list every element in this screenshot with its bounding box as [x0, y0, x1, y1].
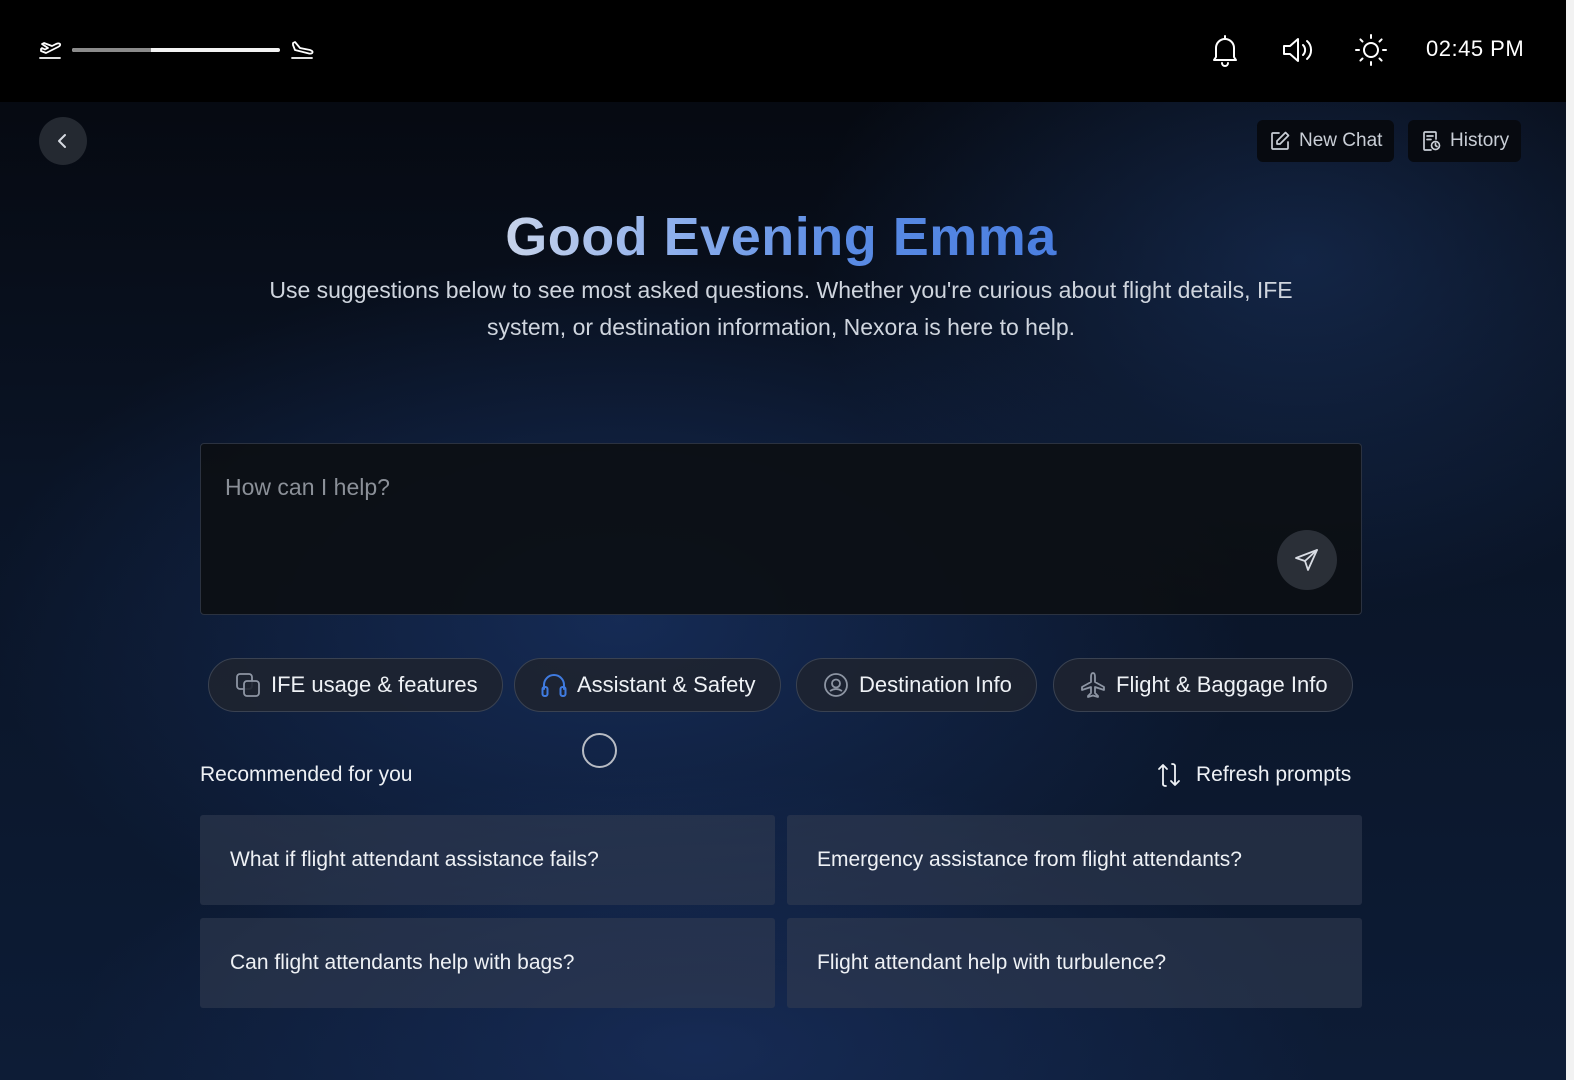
prompt-box	[200, 443, 1362, 615]
recommended-card[interactable]: Flight attendant help with turbulence?	[787, 918, 1362, 1008]
category-chip-label: Flight & Baggage Info	[1116, 672, 1328, 697]
prompt-input[interactable]	[225, 470, 1225, 504]
brightness-icon[interactable]	[1353, 32, 1389, 68]
category-chip-label: Assistant & Safety	[577, 672, 756, 697]
plane-departure-icon	[39, 42, 62, 59]
new-chat-button[interactable]: New Chat	[1257, 120, 1395, 162]
clock: 02:45 PM	[1426, 36, 1525, 61]
back-button[interactable]	[39, 117, 87, 165]
window-edge	[1566, 0, 1574, 1080]
category-chip-assistant-safety[interactable]: Assistant & Safety	[514, 658, 781, 712]
category-chip-destination[interactable]: Destination Info	[796, 658, 1037, 712]
history-label: History	[1450, 130, 1510, 151]
flight-progress	[38, 36, 318, 64]
flight-progress-fill	[72, 48, 152, 52]
greeting-title: Good Evening Emma	[0, 206, 1562, 268]
recommended-title: Recommended for you	[200, 763, 413, 786]
airplane-icon	[1081, 672, 1105, 698]
assistant-screen: 02:45 PM New Chat History Good Evening E…	[0, 0, 1574, 1080]
flight-progress-track	[72, 48, 280, 52]
recommended-card-text: What if flight attendant assistance fail…	[230, 848, 599, 871]
chevron-left-icon	[58, 134, 66, 148]
recommended-card-text: Can flight attendants help with bags?	[230, 951, 575, 974]
copy-icon	[236, 673, 260, 697]
greeting-subtitle: Use suggestions below to see most asked …	[269, 277, 1293, 340]
new-chat-label: New Chat	[1299, 130, 1383, 151]
recommended-card[interactable]: Emergency assistance from flight attenda…	[787, 815, 1362, 905]
category-chip-flight-baggage[interactable]: Flight & Baggage Info	[1053, 658, 1353, 712]
recommended-card[interactable]: What if flight attendant assistance fail…	[200, 815, 775, 905]
plane-arrival-icon	[291, 41, 314, 59]
headset-icon	[541, 674, 567, 697]
recommended-card[interactable]: Can flight attendants help with bags?	[200, 918, 775, 1008]
speaker-icon[interactable]	[1280, 32, 1316, 68]
recommended-card-text: Emergency assistance from flight attenda…	[817, 848, 1242, 871]
recommended-card-text: Flight attendant help with turbulence?	[817, 951, 1167, 974]
location-pin-icon	[824, 673, 848, 697]
bell-icon[interactable]	[1207, 32, 1243, 68]
send-icon	[1295, 549, 1318, 571]
history-button[interactable]: History	[1408, 120, 1522, 162]
refresh-prompts-button[interactable]: Refresh prompts	[1154, 760, 1351, 790]
loading-spinner	[582, 733, 617, 768]
refresh-prompts-label: Refresh prompts	[1196, 763, 1352, 786]
status-bar: 02:45 PM	[0, 0, 1566, 102]
edit-icon	[1271, 131, 1290, 150]
send-button[interactable]	[1277, 530, 1337, 590]
greeting-title-text: Good Evening Emma	[505, 207, 1057, 267]
category-chip-label: Destination Info	[859, 672, 1012, 697]
category-chip-ife[interactable]: IFE usage & features	[208, 658, 503, 712]
history-icon	[1423, 131, 1441, 151]
category-chip-label: IFE usage & features	[271, 672, 478, 697]
refresh-icon	[1158, 763, 1180, 787]
